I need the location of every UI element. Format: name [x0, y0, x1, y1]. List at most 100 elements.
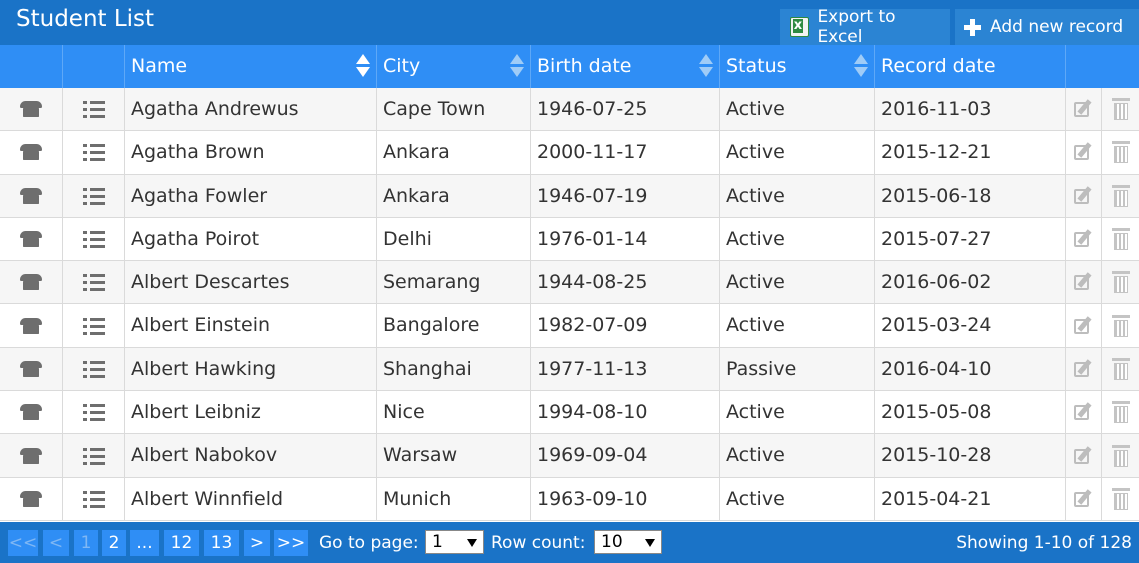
table-row[interactable]: Agatha Brown Ankara 2000-11-17 Active 2015-1… — [0, 131, 1139, 175]
trash-button[interactable] — [1102, 261, 1139, 303]
goto-page-select[interactable]: 1 — [425, 530, 484, 554]
list-button[interactable] — [63, 391, 125, 434]
sort-icon — [699, 54, 713, 78]
header-list-col — [63, 45, 125, 88]
table-row[interactable]: Agatha Fowler Ankara 1946-07-19 Active 2015-… — [0, 174, 1139, 218]
sort-icon — [854, 54, 868, 78]
table-row[interactable]: Albert Winnfield Munich 1963-09-10 Active 20… — [0, 477, 1139, 521]
trash-button[interactable] — [1102, 391, 1139, 433]
trash-button[interactable] — [1102, 131, 1139, 173]
sort-icon — [510, 54, 524, 78]
header-status[interactable]: Status — [720, 45, 875, 88]
cell-city: Warsaw — [377, 434, 531, 477]
list-button[interactable] — [63, 131, 125, 174]
table-row[interactable]: Agatha Poirot Delhi 1976-01-14 Active 2015-0… — [0, 217, 1139, 262]
phone-button[interactable] — [0, 217, 63, 261]
edit-button[interactable] — [1066, 88, 1102, 131]
header-city[interactable]: City — [377, 45, 531, 88]
header-birth-date[interactable]: Birth date — [531, 45, 720, 88]
header-name-label: Name — [131, 55, 188, 77]
table-row[interactable]: Albert Leibniz Nice 1994-08-10 Active 2015-0… — [0, 391, 1139, 435]
phone-button[interactable] — [0, 88, 63, 131]
trash-button[interactable] — [1102, 88, 1139, 130]
header-record-date[interactable]: Record date — [875, 45, 1066, 88]
phone-icon — [20, 187, 42, 204]
edit-button[interactable] — [1066, 391, 1102, 434]
phone-button[interactable] — [0, 391, 63, 434]
edit-icon — [1073, 272, 1094, 292]
table-row[interactable]: Albert Hawking Shanghai 1977-11-13 Passive 2… — [0, 347, 1139, 392]
cell-birth: 1946-07-19 — [531, 174, 720, 217]
phone-button[interactable] — [0, 347, 63, 391]
phone-icon — [20, 101, 42, 118]
edit-button[interactable] — [1066, 217, 1102, 261]
list-button[interactable] — [63, 347, 125, 391]
edit-icon — [1073, 402, 1094, 422]
page-12-button[interactable]: 12 — [164, 530, 199, 556]
add-record-button[interactable]: Add new record — [955, 9, 1139, 45]
trash-button[interactable] — [1102, 434, 1139, 476]
header-phone-col — [0, 45, 63, 88]
table-body: Agatha Andrewus Cape Town 1946-07-25 Active… — [0, 88, 1139, 521]
list-button[interactable] — [63, 217, 125, 261]
phone-icon — [20, 317, 42, 334]
list-button[interactable] — [63, 174, 125, 217]
phone-button[interactable] — [0, 434, 63, 477]
edit-button[interactable] — [1066, 261, 1102, 304]
list-button[interactable] — [63, 88, 125, 131]
trash-button[interactable] — [1102, 175, 1139, 217]
page-2-button[interactable]: 2 — [102, 530, 126, 556]
cell-birth: 1982-07-09 — [531, 304, 720, 347]
trash-icon — [1111, 444, 1130, 467]
trash-button[interactable] — [1102, 478, 1139, 520]
next-page-button[interactable]: > — [244, 530, 270, 556]
edit-button[interactable] — [1066, 131, 1102, 174]
list-icon — [82, 316, 105, 335]
cell-city: Shanghai — [377, 347, 531, 391]
phone-button[interactable] — [0, 304, 63, 347]
cell-status: Active — [720, 217, 875, 261]
page-13-button[interactable]: 13 — [204, 530, 239, 556]
edit-button[interactable] — [1066, 347, 1102, 391]
cell-record: 2015-12-21 — [875, 131, 1066, 174]
list-button[interactable] — [63, 304, 125, 347]
trash-button[interactable] — [1102, 304, 1139, 346]
last-page-button[interactable]: >> — [274, 530, 308, 556]
list-button[interactable] — [63, 434, 125, 477]
trash-icon — [1111, 401, 1130, 424]
cell-name: Albert Descartes — [125, 261, 377, 304]
trash-button[interactable] — [1102, 218, 1139, 260]
list-button[interactable] — [63, 477, 125, 520]
edit-button[interactable] — [1066, 477, 1102, 520]
edit-button[interactable] — [1066, 434, 1102, 477]
first-page-button[interactable]: << — [8, 530, 38, 556]
list-icon — [82, 186, 105, 205]
list-button[interactable] — [63, 261, 125, 304]
cell-birth: 1976-01-14 — [531, 217, 720, 261]
header-name[interactable]: Name — [125, 45, 377, 88]
list-icon — [82, 143, 105, 162]
phone-button[interactable] — [0, 174, 63, 217]
row-count-value: 10 — [601, 532, 623, 552]
phone-button[interactable] — [0, 261, 63, 304]
table-row[interactable]: Albert Einstein Bangalore 1982-07-09 Active… — [0, 304, 1139, 348]
export-excel-button[interactable]: Export to Excel — [780, 7, 950, 47]
trash-button[interactable] — [1102, 348, 1139, 390]
trash-icon — [1111, 357, 1130, 380]
table-row[interactable]: Agatha Andrewus Cape Town 1946-07-25 Active… — [0, 88, 1139, 132]
edit-button[interactable] — [1066, 174, 1102, 217]
page-1-button[interactable]: 1 — [74, 530, 98, 556]
table-row[interactable]: Albert Descartes Semarang 1944-08-25 Active… — [0, 261, 1139, 305]
trash-icon — [1111, 184, 1130, 207]
header-birth-date-label: Birth date — [537, 55, 632, 77]
row-count-select[interactable]: 10 — [594, 530, 662, 554]
cell-city: Cape Town — [377, 88, 531, 131]
table-row[interactable]: Albert Nabokov Warsaw 1969-09-04 Active 2015… — [0, 434, 1139, 478]
prev-page-button[interactable]: < — [43, 530, 69, 556]
edit-icon — [1073, 446, 1094, 466]
cell-birth: 1944-08-25 — [531, 261, 720, 304]
phone-button[interactable] — [0, 131, 63, 174]
edit-button[interactable] — [1066, 304, 1102, 347]
phone-button[interactable] — [0, 477, 63, 520]
trash-icon — [1111, 314, 1130, 337]
